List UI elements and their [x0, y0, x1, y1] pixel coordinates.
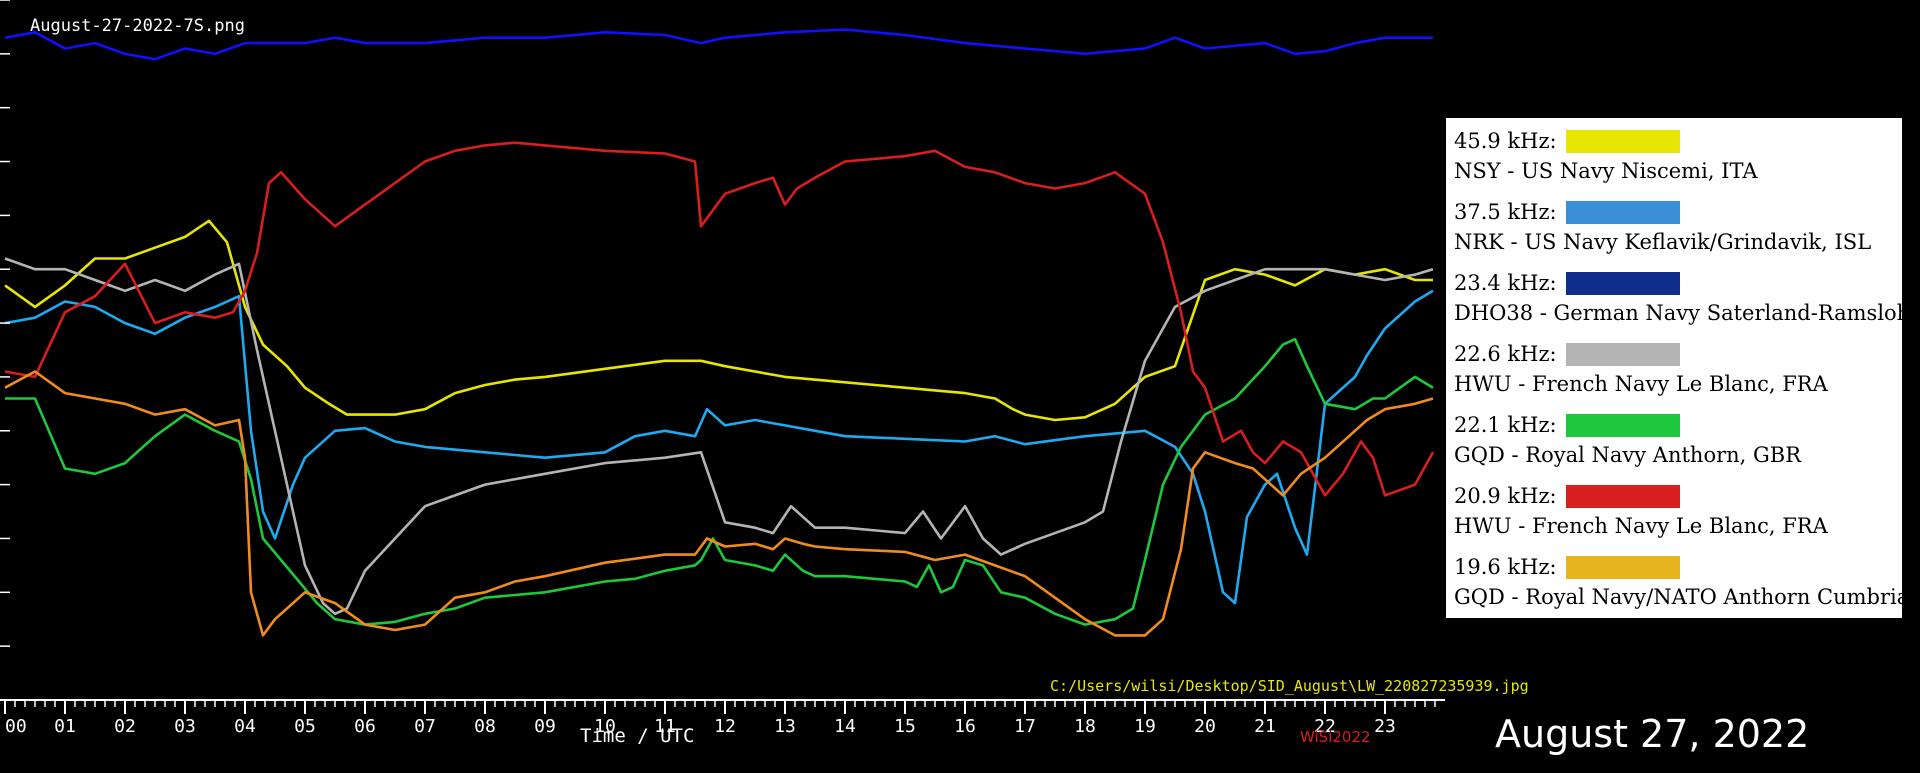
x-tick-label: 06 [354, 716, 376, 737]
x-tick-label: 02 [114, 716, 136, 737]
legend-frequency: 22.1 kHz: [1454, 413, 1557, 437]
x-tick-label: 07 [414, 716, 436, 737]
legend-description: GQD - Royal Navy/NATO Anthorn Cumbria [1454, 585, 1910, 609]
legend-frequency: 37.5 kHz: [1454, 200, 1557, 224]
x-tick-label: 01 [54, 716, 76, 737]
filename-label: August-27-2022-7S.png [30, 16, 245, 36]
legend-entry: 22.1 kHz: GQD - Royal Navy Anthorn, GBR [1454, 406, 1894, 477]
file-path-label: C:/Users/wilsi/Desktop/SID_August\LW_220… [1050, 677, 1529, 695]
legend-swatch [1566, 200, 1680, 224]
legend-entry: 23.4 kHz: DHO38 - German Navy Saterland-R… [1454, 264, 1911, 335]
x-tick-label: 09 [534, 716, 556, 737]
x-tick-label: 16 [954, 716, 976, 737]
legend-description: GQD - Royal Navy Anthorn, GBR [1454, 443, 1802, 467]
legend-row: 22.1 kHz: [1454, 410, 1894, 440]
x-tick-label: 08 [474, 716, 496, 737]
legend-frequency: 20.9 kHz: [1454, 484, 1557, 508]
legend-description: NSY - US Navy Niscemi, ITA [1454, 159, 1758, 183]
x-tick-label: 21 [1254, 716, 1276, 737]
x-tick-label: 17 [1014, 716, 1036, 737]
legend-frequency: 45.9 kHz: [1454, 129, 1557, 153]
legend-frequency: 19.6 kHz: [1454, 555, 1557, 579]
legend-row: 19.6 kHz: [1454, 552, 1894, 582]
legend: 45.9 kHz: NSY - US Navy Niscemi, ITA 37.5 … [1446, 118, 1911, 619]
legend-row: 23.4 kHz: [1454, 268, 1894, 298]
watermark-label: WiSi2022 [1300, 728, 1371, 746]
x-tick-label: 23 [1374, 716, 1396, 737]
legend-row: 45.9 kHz: [1454, 126, 1894, 156]
x-tick-label: 14 [834, 716, 856, 737]
legend-entry: 37.5 kHz: NRK - US Navy Keflavik/Grindavi… [1454, 193, 1894, 264]
legend-swatch [1566, 271, 1680, 295]
legend-frequency: 23.4 kHz: [1454, 271, 1557, 295]
legend-swatch [1566, 342, 1680, 366]
legend-description: HWU - French Navy Le Blanc, FRA [1454, 372, 1828, 396]
x-tick-label: 19 [1134, 716, 1156, 737]
legend-entry: 20.9 kHz: HWU - French Navy Le Blanc, FRA [1454, 477, 1894, 548]
x-tick-label: 00 [5, 716, 27, 737]
legend-entry: 45.9 kHz: NSY - US Navy Niscemi, ITA [1454, 122, 1894, 193]
x-tick-label: 04 [234, 716, 256, 737]
legend-swatch [1566, 129, 1680, 153]
x-tick-label: 18 [1074, 716, 1096, 737]
x-tick-label: 20 [1194, 716, 1216, 737]
legend-row: 20.9 kHz: [1454, 481, 1894, 511]
legend-description: HWU - French Navy Le Blanc, FRA [1454, 514, 1828, 538]
legend-description: NRK - US Navy Keflavik/Grindavik, ISL [1454, 230, 1872, 254]
x-tick-label: 03 [174, 716, 196, 737]
legend-description: DHO38 - German Navy Saterland-Ramsloh [1454, 301, 1911, 325]
legend-swatch [1566, 413, 1680, 437]
legend-swatch [1566, 555, 1680, 579]
legend-frequency: 22.6 kHz: [1454, 342, 1557, 366]
x-tick-label: 13 [774, 716, 796, 737]
legend-entry: 22.6 kHz: HWU - French Navy Le Blanc, FRA [1454, 335, 1894, 406]
x-tick-label: 12 [714, 716, 736, 737]
x-tick-label: 15 [894, 716, 916, 737]
date-label: August 27, 2022 [1495, 712, 1810, 756]
x-tick-label: 05 [294, 716, 316, 737]
legend-row: 37.5 kHz: [1454, 197, 1894, 227]
legend-entry: 19.6 kHz: GQD - Royal Navy/NATO Anthorn C… [1454, 548, 1910, 619]
legend-swatch [1566, 484, 1680, 508]
x-axis-label: Time / UTC [580, 725, 694, 747]
legend-row: 22.6 kHz: [1454, 339, 1894, 369]
